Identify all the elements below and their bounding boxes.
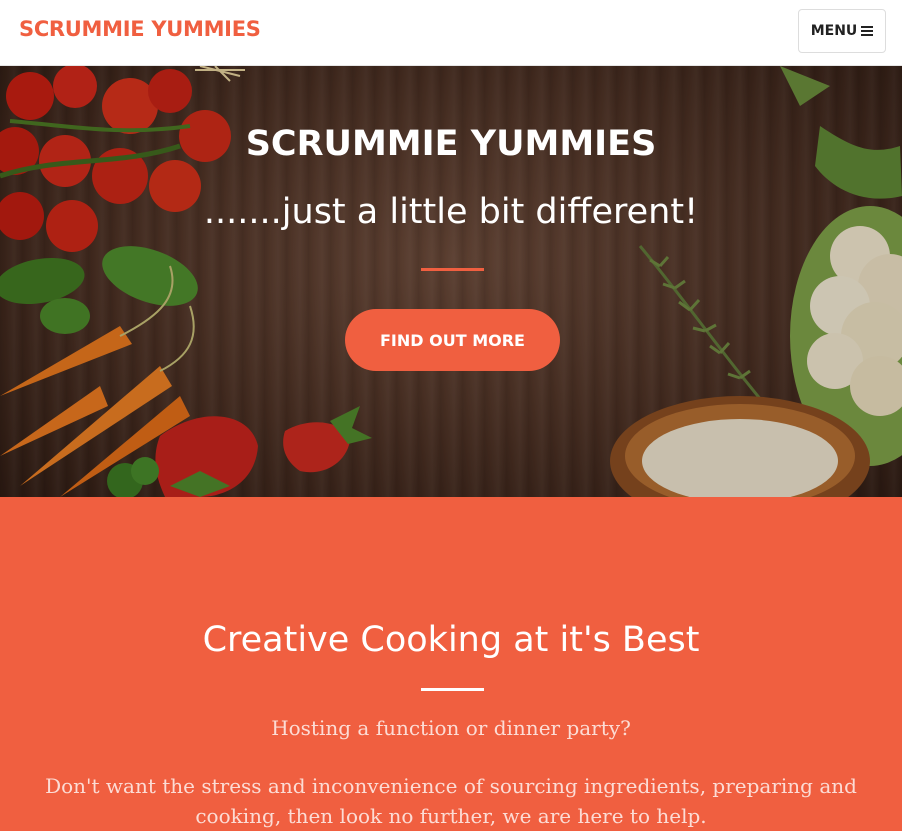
about-divider: [421, 688, 484, 691]
find-out-more-button[interactable]: FIND OUT MORE: [345, 309, 560, 371]
hero-title: SCRUMMIE YUMMIES: [245, 124, 657, 164]
menu-button-label: MENU: [810, 23, 858, 39]
brand-link[interactable]: SCRUMMIE YUMMIES: [19, 17, 261, 41]
about-title: Creative Cooking at it's Best: [202, 620, 700, 660]
about-body-text: Don't want the stress and inconvenience …: [45, 774, 857, 828]
about-section: Creative Cooking at it's Best Hosting a …: [0, 497, 902, 831]
top-navbar: SCRUMMIE YUMMIES MENU: [0, 0, 902, 66]
about-lead-text: Hosting a function or dinner party?: [271, 716, 631, 740]
hero-subtitle: .......just a little bit different!: [203, 192, 699, 232]
bars-icon: [861, 26, 874, 36]
hero-divider: [421, 268, 484, 271]
menu-button[interactable]: MENU: [798, 9, 886, 53]
hero-section: SCRUMMIE YUMMIES .......just a little bi…: [0, 66, 902, 497]
